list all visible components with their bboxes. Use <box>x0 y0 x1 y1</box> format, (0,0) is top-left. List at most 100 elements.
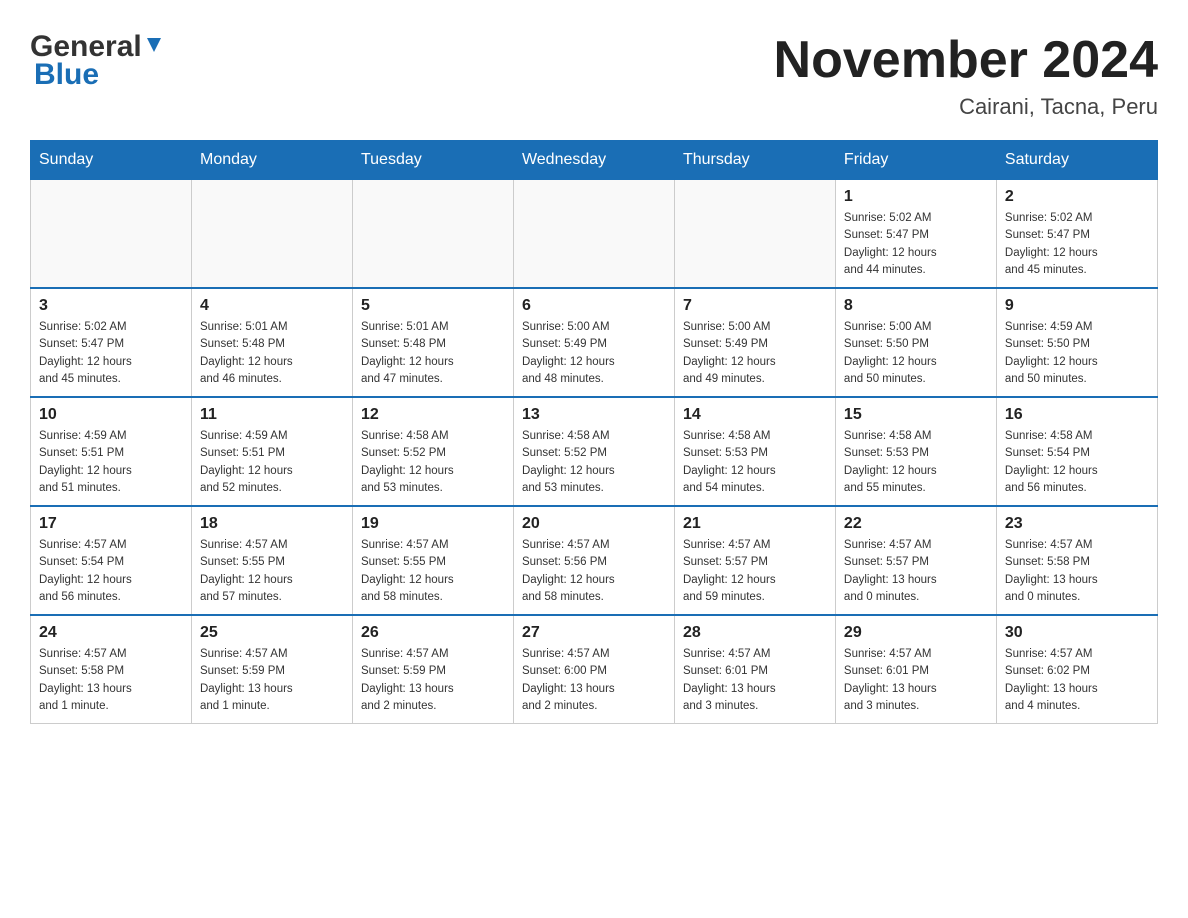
day-info: Sunrise: 4:57 AM Sunset: 6:01 PM Dayligh… <box>683 646 827 715</box>
calendar-cell <box>191 180 352 289</box>
calendar-cell: 25 Sunrise: 4:57 AM Sunset: 5:59 PM Dayli… <box>191 615 352 724</box>
day-info: Sunrise: 4:59 AM Sunset: 5:50 PM Dayligh… <box>1005 319 1149 388</box>
day-info: Sunrise: 4:57 AM Sunset: 5:58 PM Dayligh… <box>39 646 183 715</box>
calendar-cell: 15 Sunrise: 4:58 AM Sunset: 5:53 PM Dayli… <box>835 397 996 506</box>
calendar-cell: 27 Sunrise: 4:57 AM Sunset: 6:00 PM Dayli… <box>513 615 674 724</box>
day-number: 20 <box>522 515 666 533</box>
weekday-header-monday: Monday <box>191 141 352 180</box>
calendar-cell: 30 Sunrise: 4:57 AM Sunset: 6:02 PM Dayli… <box>996 615 1157 724</box>
calendar-cell <box>31 180 192 289</box>
day-info: Sunrise: 5:02 AM Sunset: 5:47 PM Dayligh… <box>844 210 988 279</box>
calendar-cell: 8Sunrise: 5:00 AM Sunset: 5:50 PM Daylig… <box>835 288 996 397</box>
calendar-cell: 4 Sunrise: 5:01 AM Sunset: 5:48 PM Daylig… <box>191 288 352 397</box>
day-number: 26 <box>361 624 505 642</box>
day-number: 19 <box>361 515 505 533</box>
day-number: 11 <box>200 406 344 424</box>
day-number: 29 <box>844 624 988 642</box>
calendar-cell: 26Sunrise: 4:57 AM Sunset: 5:59 PM Dayli… <box>352 615 513 724</box>
calendar-cell: 23 Sunrise: 4:57 AM Sunset: 5:58 PM Dayli… <box>996 506 1157 615</box>
calendar-week-row: 3 Sunrise: 5:02 AM Sunset: 5:47 PM Daylig… <box>31 288 1158 397</box>
day-number: 17 <box>39 515 183 533</box>
day-info: Sunrise: 4:57 AM Sunset: 5:54 PM Dayligh… <box>39 537 183 606</box>
calendar-cell: 11 Sunrise: 4:59 AM Sunset: 5:51 PM Dayli… <box>191 397 352 506</box>
calendar-cell: 7Sunrise: 5:00 AM Sunset: 5:49 PM Daylig… <box>674 288 835 397</box>
day-number: 24 <box>39 624 183 642</box>
day-info: Sunrise: 4:57 AM Sunset: 5:56 PM Dayligh… <box>522 537 666 606</box>
day-number: 28 <box>683 624 827 642</box>
logo: General Blue <box>30 30 165 92</box>
calendar-table: SundayMondayTuesdayWednesdayThursdayFrid… <box>30 140 1158 724</box>
calendar-cell: 28 Sunrise: 4:57 AM Sunset: 6:01 PM Dayli… <box>674 615 835 724</box>
calendar-cell: 3 Sunrise: 5:02 AM Sunset: 5:47 PM Daylig… <box>31 288 192 397</box>
day-number: 13 <box>522 406 666 424</box>
day-info: Sunrise: 4:57 AM Sunset: 5:55 PM Dayligh… <box>361 537 505 606</box>
calendar-cell: 1 Sunrise: 5:02 AM Sunset: 5:47 PM Daylig… <box>835 180 996 289</box>
calendar-cell: 20 Sunrise: 4:57 AM Sunset: 5:56 PM Dayli… <box>513 506 674 615</box>
day-info: Sunrise: 5:01 AM Sunset: 5:48 PM Dayligh… <box>200 319 344 388</box>
day-info: Sunrise: 5:02 AM Sunset: 5:47 PM Dayligh… <box>39 319 183 388</box>
day-number: 15 <box>844 406 988 424</box>
day-info: Sunrise: 5:00 AM Sunset: 5:49 PM Dayligh… <box>522 319 666 388</box>
calendar-week-row: 24 Sunrise: 4:57 AM Sunset: 5:58 PM Dayli… <box>31 615 1158 724</box>
weekday-header-sunday: Sunday <box>31 141 192 180</box>
calendar-cell: 13 Sunrise: 4:58 AM Sunset: 5:52 PM Dayli… <box>513 397 674 506</box>
day-info: Sunrise: 4:57 AM Sunset: 5:57 PM Dayligh… <box>683 537 827 606</box>
day-info: Sunrise: 4:57 AM Sunset: 6:02 PM Dayligh… <box>1005 646 1149 715</box>
calendar-cell: 6Sunrise: 5:00 AM Sunset: 5:49 PM Daylig… <box>513 288 674 397</box>
calendar-cell: 22 Sunrise: 4:57 AM Sunset: 5:57 PM Dayli… <box>835 506 996 615</box>
day-number: 12 <box>361 406 505 424</box>
day-info: Sunrise: 4:57 AM Sunset: 5:58 PM Dayligh… <box>1005 537 1149 606</box>
day-number: 2 <box>1005 188 1149 206</box>
day-info: Sunrise: 4:58 AM Sunset: 5:54 PM Dayligh… <box>1005 428 1149 497</box>
day-number: 1 <box>844 188 988 206</box>
calendar-cell: 18 Sunrise: 4:57 AM Sunset: 5:55 PM Dayli… <box>191 506 352 615</box>
calendar-cell: 14Sunrise: 4:58 AM Sunset: 5:53 PM Dayli… <box>674 397 835 506</box>
calendar-cell <box>674 180 835 289</box>
calendar-week-row: 10 Sunrise: 4:59 AM Sunset: 5:51 PM Dayli… <box>31 397 1158 506</box>
day-info: Sunrise: 4:58 AM Sunset: 5:52 PM Dayligh… <box>522 428 666 497</box>
day-info: Sunrise: 4:58 AM Sunset: 5:53 PM Dayligh… <box>844 428 988 497</box>
calendar-cell: 19 Sunrise: 4:57 AM Sunset: 5:55 PM Dayli… <box>352 506 513 615</box>
day-info: Sunrise: 5:00 AM Sunset: 5:50 PM Dayligh… <box>844 319 988 388</box>
day-info: Sunrise: 4:58 AM Sunset: 5:52 PM Dayligh… <box>361 428 505 497</box>
weekday-header-wednesday: Wednesday <box>513 141 674 180</box>
day-info: Sunrise: 4:57 AM Sunset: 6:01 PM Dayligh… <box>844 646 988 715</box>
day-info: Sunrise: 5:02 AM Sunset: 5:47 PM Dayligh… <box>1005 210 1149 279</box>
day-number: 30 <box>1005 624 1149 642</box>
day-number: 9 <box>1005 297 1149 315</box>
day-info: Sunrise: 4:59 AM Sunset: 5:51 PM Dayligh… <box>39 428 183 497</box>
day-info: Sunrise: 4:59 AM Sunset: 5:51 PM Dayligh… <box>200 428 344 497</box>
page-header: General Blue November 2024 Cairani, Tacn… <box>30 30 1158 120</box>
calendar-cell: 17 Sunrise: 4:57 AM Sunset: 5:54 PM Dayli… <box>31 506 192 615</box>
weekday-header-row: SundayMondayTuesdayWednesdayThursdayFrid… <box>31 141 1158 180</box>
calendar-cell: 16 Sunrise: 4:58 AM Sunset: 5:54 PM Dayli… <box>996 397 1157 506</box>
calendar-cell: 10 Sunrise: 4:59 AM Sunset: 5:51 PM Dayli… <box>31 397 192 506</box>
day-info: Sunrise: 5:00 AM Sunset: 5:49 PM Dayligh… <box>683 319 827 388</box>
day-number: 25 <box>200 624 344 642</box>
calendar-cell: 24 Sunrise: 4:57 AM Sunset: 5:58 PM Dayli… <box>31 615 192 724</box>
calendar-cell: 5 Sunrise: 5:01 AM Sunset: 5:48 PM Daylig… <box>352 288 513 397</box>
day-info: Sunrise: 4:57 AM Sunset: 5:55 PM Dayligh… <box>200 537 344 606</box>
day-number: 10 <box>39 406 183 424</box>
weekday-header-saturday: Saturday <box>996 141 1157 180</box>
day-number: 18 <box>200 515 344 533</box>
title-section: November 2024 Cairani, Tacna, Peru <box>774 30 1158 120</box>
day-info: Sunrise: 4:57 AM Sunset: 5:59 PM Dayligh… <box>200 646 344 715</box>
day-number: 16 <box>1005 406 1149 424</box>
day-number: 21 <box>683 515 827 533</box>
day-info: Sunrise: 4:57 AM Sunset: 6:00 PM Dayligh… <box>522 646 666 715</box>
day-number: 22 <box>844 515 988 533</box>
calendar-cell: 2 Sunrise: 5:02 AM Sunset: 5:47 PM Daylig… <box>996 180 1157 289</box>
day-number: 4 <box>200 297 344 315</box>
day-number: 23 <box>1005 515 1149 533</box>
weekday-header-tuesday: Tuesday <box>352 141 513 180</box>
day-info: Sunrise: 4:57 AM Sunset: 5:57 PM Dayligh… <box>844 537 988 606</box>
calendar-week-row: 1 Sunrise: 5:02 AM Sunset: 5:47 PM Daylig… <box>31 180 1158 289</box>
day-info: Sunrise: 5:01 AM Sunset: 5:48 PM Dayligh… <box>361 319 505 388</box>
calendar-cell: 29 Sunrise: 4:57 AM Sunset: 6:01 PM Dayli… <box>835 615 996 724</box>
weekday-header-friday: Friday <box>835 141 996 180</box>
day-number: 3 <box>39 297 183 315</box>
day-number: 5 <box>361 297 505 315</box>
calendar-cell: 12 Sunrise: 4:58 AM Sunset: 5:52 PM Dayli… <box>352 397 513 506</box>
day-number: 27 <box>522 624 666 642</box>
